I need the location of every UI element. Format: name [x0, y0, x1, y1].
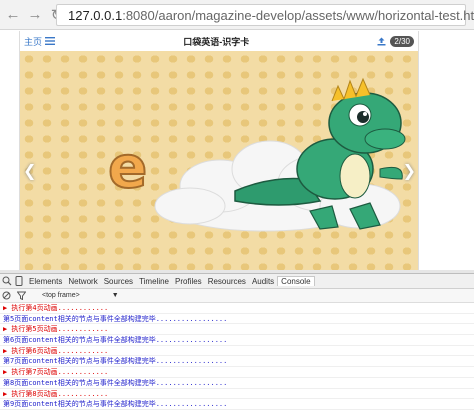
share-icon[interactable] [377, 37, 386, 46]
device-mode-icon[interactable] [15, 276, 23, 286]
console-output[interactable]: ▶ 执行第4页动画............ 第5页面content相关的节点与事… [0, 303, 474, 410]
address-bar[interactable]: 127.0.0.1:8080/aaron/magazine-develop/as… [56, 4, 474, 26]
console-line: ▶ 执行第5页动画............ [0, 324, 474, 336]
console-line: ▶ 执行第4页动画............ [0, 303, 474, 314]
console-line: 第6页面content相关的节点与事件全部构建完毕...............… [0, 335, 474, 346]
tab-elements[interactable]: Elements [26, 277, 65, 286]
tab-profiles[interactable]: Profiles [172, 277, 205, 286]
letter-e: e [108, 133, 147, 201]
slide-illustration: e [107, 77, 406, 232]
tab-timeline[interactable]: Timeline [136, 277, 172, 286]
url-text: 127.0.0.1:8080/aaron/magazine-develop/as… [68, 8, 474, 23]
url-host: 127.0.0.1 [68, 7, 123, 23]
console-line: ▶ 执行第6页动画............ [0, 346, 474, 357]
home-label: 主页 [24, 36, 43, 47]
console-line: ▶ 执行第8页动画............ [0, 389, 474, 400]
page-counter: 2/30 [390, 35, 414, 47]
clear-console-icon[interactable] [2, 291, 11, 300]
header-controls: 2/30 [377, 35, 414, 47]
console-toolbar: <top frame> ▼ [0, 289, 474, 303]
forward-arrow-icon[interactable]: → [26, 6, 44, 24]
prev-slide-chevron-left-icon[interactable]: ❮ [23, 161, 36, 181]
page-viewport: 主页 口袋英语-识字卡 2/30 e ❮ ❯ [19, 31, 419, 270]
menu-icon[interactable] [45, 37, 56, 45]
inspect-icon[interactable] [2, 276, 12, 286]
frame-select[interactable]: <top frame> ▼ [42, 292, 119, 299]
chevron-down-icon: ▼ [111, 292, 119, 299]
console-line: 第9页面content相关的节点与事件全部构建完毕...............… [0, 399, 474, 410]
devtools-tabbar: Elements Network Sources Timeline Profil… [0, 273, 474, 289]
tab-network[interactable]: Network [65, 277, 100, 286]
tab-resources[interactable]: Resources [205, 277, 249, 286]
url-path: :8080/aaron/magazine-develop/assets/www/… [122, 7, 474, 23]
console-line: ▶ 执行第7页动画............ [0, 367, 474, 378]
frame-select-value: <top frame> [42, 292, 80, 299]
page-title: 口袋英语-识字卡 [183, 36, 250, 47]
console-line: 第8页面content相关的节点与事件全部构建完毕...............… [0, 378, 474, 389]
app-header: 主页 口袋英语-识字卡 2/30 [20, 31, 418, 51]
next-slide-chevron-right-icon[interactable]: ❯ [403, 161, 416, 181]
back-arrow-icon[interactable]: ← [4, 6, 22, 24]
tab-console[interactable]: Console [277, 276, 315, 286]
home-link[interactable]: 主页 [24, 35, 56, 48]
tab-sources[interactable]: Sources [101, 277, 136, 286]
card-slide[interactable]: e ❮ ❯ [20, 51, 418, 270]
filter-icon[interactable] [17, 291, 26, 300]
console-line: 第7页面content相关的节点与事件全部构建完毕...............… [0, 356, 474, 368]
console-line: 第5页面content相关的节点与事件全部构建完毕...............… [0, 314, 474, 325]
tab-audits[interactable]: Audits [249, 277, 277, 286]
browser-toolbar: ← → ↻ 127.0.0.1:8080/aaron/magazine-deve… [0, 0, 474, 30]
